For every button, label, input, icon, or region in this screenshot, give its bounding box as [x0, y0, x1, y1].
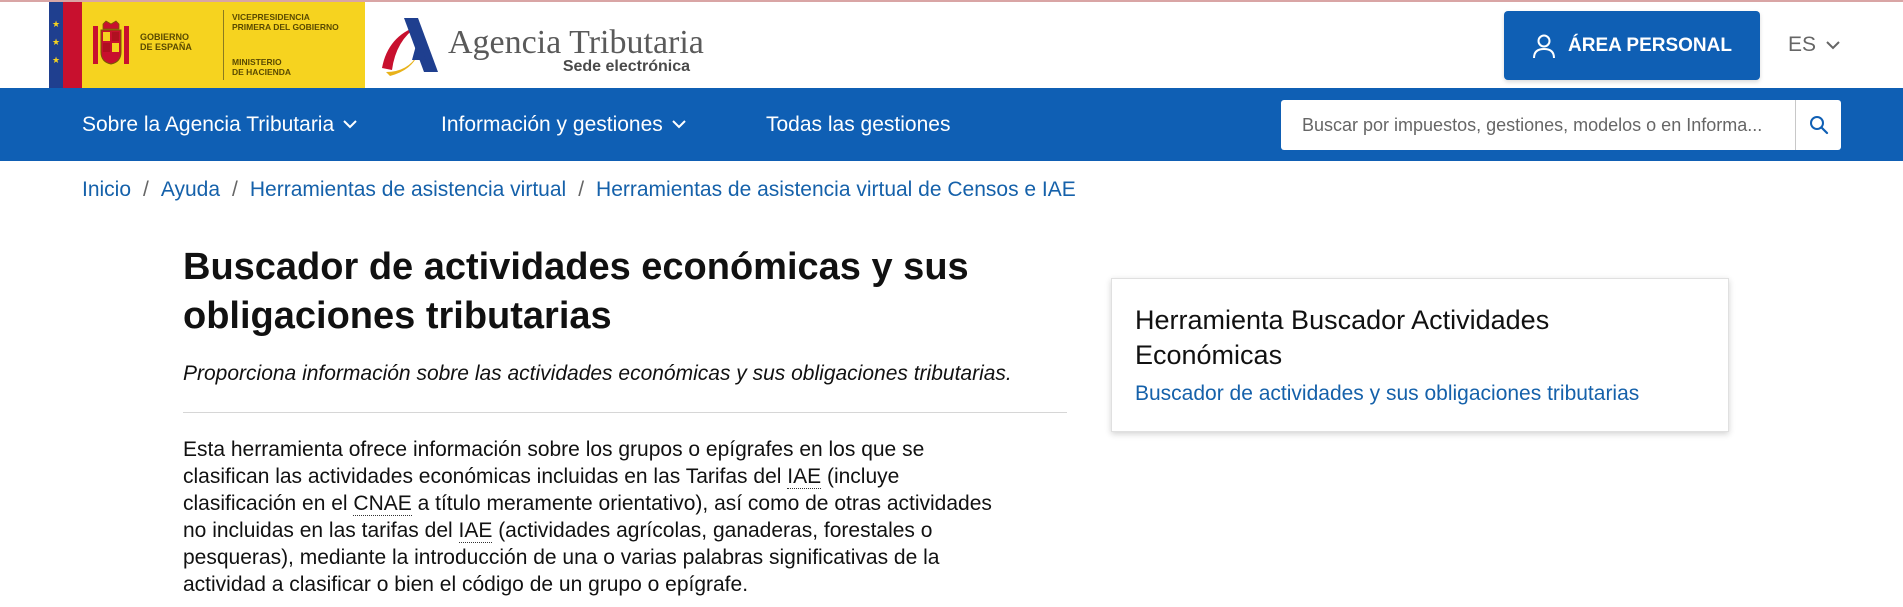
nav-item-sobre-la-agencia[interactable]: Sobre la Agencia Tributaria	[82, 88, 357, 161]
nav-item-label: Información y gestiones	[441, 112, 663, 136]
content-divider	[183, 412, 1067, 413]
breadcrumb-ayuda[interactable]: Ayuda	[161, 178, 220, 202]
body-line: clasificación en el CNAE a título merame…	[183, 492, 992, 516]
min-line1: MINISTERIO	[232, 57, 282, 67]
breadcrumb-separator: /	[232, 178, 238, 201]
area-personal-button[interactable]: ÁREA PERSONAL	[1504, 11, 1760, 80]
search-input[interactable]	[1281, 100, 1795, 150]
gov-line1: GOBIERNO	[140, 32, 190, 42]
agency-subtitle: Sede electrónica	[562, 58, 690, 75]
cnae-abbreviation: CNAE	[353, 492, 412, 516]
language-label: ES	[1788, 33, 1817, 56]
breadcrumb-inicio[interactable]: Inicio	[82, 178, 131, 202]
chevron-down-icon	[672, 120, 686, 129]
eu-flag-strip: ★ ★ ★	[49, 2, 82, 88]
user-icon	[1533, 34, 1555, 58]
chevron-down-icon	[343, 120, 357, 129]
star-icon: ★	[52, 19, 61, 29]
breadcrumb-herramientas-asistencia-virtual[interactable]: Herramientas de asistencia virtual	[250, 178, 566, 202]
agencia-tributaria-logo[interactable]: Agencia Tributaria Sede electrónica	[378, 12, 704, 78]
body-line: Esta herramienta ofrece información sobr…	[183, 438, 925, 461]
search-button[interactable]	[1795, 100, 1841, 150]
star-icon: ★	[52, 55, 61, 65]
star-icon: ★	[52, 37, 61, 47]
tool-card-link[interactable]: Buscador de actividades y sus obligacion…	[1135, 382, 1705, 406]
body-line: no incluidas en las tarifas del IAE (act…	[183, 519, 933, 543]
tool-card-title: Herramienta Buscador Actividades Económi…	[1135, 305, 1550, 370]
tool-card: Herramienta Buscador Actividades Económi…	[1111, 278, 1729, 432]
chevron-down-icon	[1826, 40, 1840, 49]
body-line: clasifican las actividades económicas in…	[183, 465, 900, 489]
iae-abbreviation: IAE	[458, 519, 493, 543]
site-header: ★ ★ ★ GOBIERNO DE ESPAÑA VICEPRESIDENCIA…	[0, 2, 1903, 88]
main-navigation: Sobre la Agencia Tributaria Información …	[0, 88, 1903, 161]
description-paragraph: Esta herramienta ofrece información sobr…	[183, 436, 1083, 598]
vice-line2: PRIMERA DEL GOBIERNO	[232, 22, 339, 32]
language-selector[interactable]: ES	[1788, 32, 1840, 58]
gobierno-text: GOBIERNO DE ESPAÑA	[140, 2, 215, 88]
min-line2: DE HACIENDA	[232, 67, 292, 77]
agency-title: Agencia Tributaria	[448, 24, 704, 61]
ministerio-text: VICEPRESIDENCIA PRIMERA DEL GOBIERNO MIN…	[232, 2, 357, 88]
body-line: pesqueras), mediante la introducción de …	[183, 546, 940, 569]
coat-of-arms-icon	[82, 2, 140, 88]
page-title-line1: Buscador de actividades económicas y sus	[183, 246, 969, 288]
gov-logo-divider	[223, 10, 224, 80]
breadcrumb: Inicio / Ayuda / Herramientas de asisten…	[82, 178, 1076, 202]
gov-line2: DE ESPAÑA	[140, 42, 192, 52]
body-line: actividad a clasificar o bien el código …	[183, 573, 749, 596]
nav-item-todas-las-gestiones[interactable]: Todas las gestiones	[766, 88, 950, 161]
page-subtitle: Proporciona información sobre las activi…	[183, 362, 1012, 385]
page-title: Buscador de actividades económicas y sus…	[183, 243, 1083, 341]
breadcrumb-separator: /	[578, 178, 585, 201]
area-personal-label: ÁREA PERSONAL	[1568, 34, 1732, 56]
iae-abbreviation: IAE	[787, 465, 822, 489]
search-box	[1281, 100, 1841, 150]
breadcrumb-separator: /	[143, 178, 149, 201]
breadcrumb-censos-e-iae[interactable]: Herramientas de asistencia virtual de Ce…	[596, 178, 1076, 202]
nav-item-informacion-y-gestiones[interactable]: Información y gestiones	[441, 88, 686, 161]
search-icon	[1809, 116, 1828, 135]
vice-line1: VICEPRESIDENCIA	[232, 12, 310, 22]
nav-item-label: Todas las gestiones	[766, 112, 951, 136]
nav-item-label: Sobre la Agencia Tributaria	[82, 112, 335, 136]
agencia-tributaria-mark-icon	[382, 18, 438, 76]
page-title-line2: obligaciones tributarias	[183, 295, 612, 337]
gobierno-de-espana-logo[interactable]: ★ ★ ★ GOBIERNO DE ESPAÑA VICEPRESIDENCIA…	[49, 2, 365, 88]
